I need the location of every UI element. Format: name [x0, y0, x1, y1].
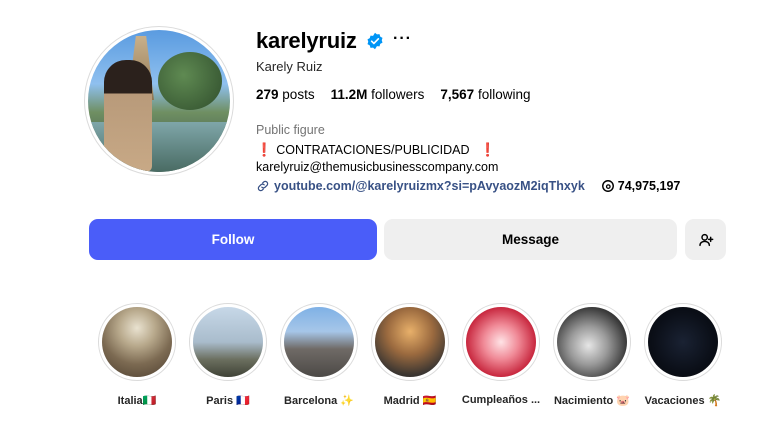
profile-category: Public figure — [256, 123, 325, 137]
highlight-cover-image — [648, 307, 718, 377]
highlight-item[interactable]: Madrid 🇪🇸 — [371, 303, 449, 407]
highlight-item[interactable]: Barcelona ✨ — [280, 303, 358, 407]
highlight-item[interactable]: Cumpleaños ... — [462, 303, 540, 407]
following-count: 7,567 — [440, 87, 475, 102]
followers-stat[interactable]: 11.2M followers — [331, 87, 425, 102]
threads-icon[interactable] — [601, 179, 615, 193]
bio-text: ❗ CONTRATACIONES/PUBLICIDAD ❗ — [256, 142, 496, 158]
highlight-label: Vacaciones 🌴 — [644, 395, 722, 407]
link-icon — [257, 180, 269, 192]
profile-username: karelyruiz — [256, 28, 357, 53]
highlight-label: Madrid 🇪🇸 — [383, 395, 437, 407]
exclamation-mark-icon: ❗ — [479, 142, 496, 157]
highlight-cover-image — [557, 307, 627, 377]
highlight-label: Paris 🇫🇷 — [206, 395, 250, 407]
highlight-item[interactable]: Nacimiento 🐷 — [553, 303, 631, 407]
more-options-icon[interactable]: ··· — [393, 30, 412, 48]
highlight-item[interactable]: Italia🇮🇹 — [98, 303, 176, 407]
posts-label: posts — [282, 87, 315, 102]
message-button[interactable]: Message — [384, 219, 677, 260]
posts-stat: 279 posts — [256, 87, 315, 102]
highlight-item[interactable]: Paris 🇫🇷 — [189, 303, 267, 407]
highlight-label: Italia🇮🇹 — [117, 395, 157, 407]
verified-badge-icon — [367, 32, 383, 50]
following-stat[interactable]: 7,567 following — [440, 87, 530, 102]
highlight-label: Cumpleaños ... — [461, 394, 541, 406]
followers-count: 11.2M — [330, 87, 368, 102]
followers-label: followers — [371, 87, 425, 102]
profile-avatar[interactable] — [84, 26, 234, 176]
follow-button[interactable]: Follow — [89, 219, 377, 260]
highlight-cover-image — [102, 307, 172, 377]
external-link[interactable]: youtube.com/@karelyruizmx?si=pAvyaozM2iq… — [274, 179, 585, 193]
suggested-users-button[interactable] — [685, 219, 726, 260]
profile-stats: 279 posts 11.2M followers 7,567 followin… — [256, 87, 531, 102]
following-label: following — [477, 87, 531, 102]
posts-count: 279 — [256, 87, 279, 102]
highlight-cover-image — [193, 307, 263, 377]
story-highlights: Italia🇮🇹 Paris 🇫🇷 Barcelona ✨ Madrid 🇪🇸 … — [98, 303, 722, 407]
bio-line-text: CONTRATACIONES/PUBLICIDAD — [276, 143, 470, 157]
bio-email: karelyruiz@themusicbusinesscompany.com — [256, 160, 499, 174]
avatar-image — [88, 30, 230, 172]
profile-full-name: Karely Ruiz — [256, 59, 323, 74]
highlight-cover-image — [375, 307, 445, 377]
exclamation-mark-icon: ❗ — [256, 142, 273, 157]
highlight-item[interactable]: Vacaciones 🌴 — [644, 303, 722, 407]
highlight-cover-image — [466, 307, 536, 377]
add-user-icon — [698, 233, 713, 246]
highlight-label: Barcelona ✨ — [284, 395, 354, 407]
highlight-label: Nacimiento 🐷 — [553, 395, 631, 407]
highlight-cover-image — [284, 307, 354, 377]
threads-count[interactable]: 74,975,197 — [618, 179, 681, 193]
profile-links: youtube.com/@karelyruizmx?si=pAvyaozM2iq… — [256, 179, 680, 193]
